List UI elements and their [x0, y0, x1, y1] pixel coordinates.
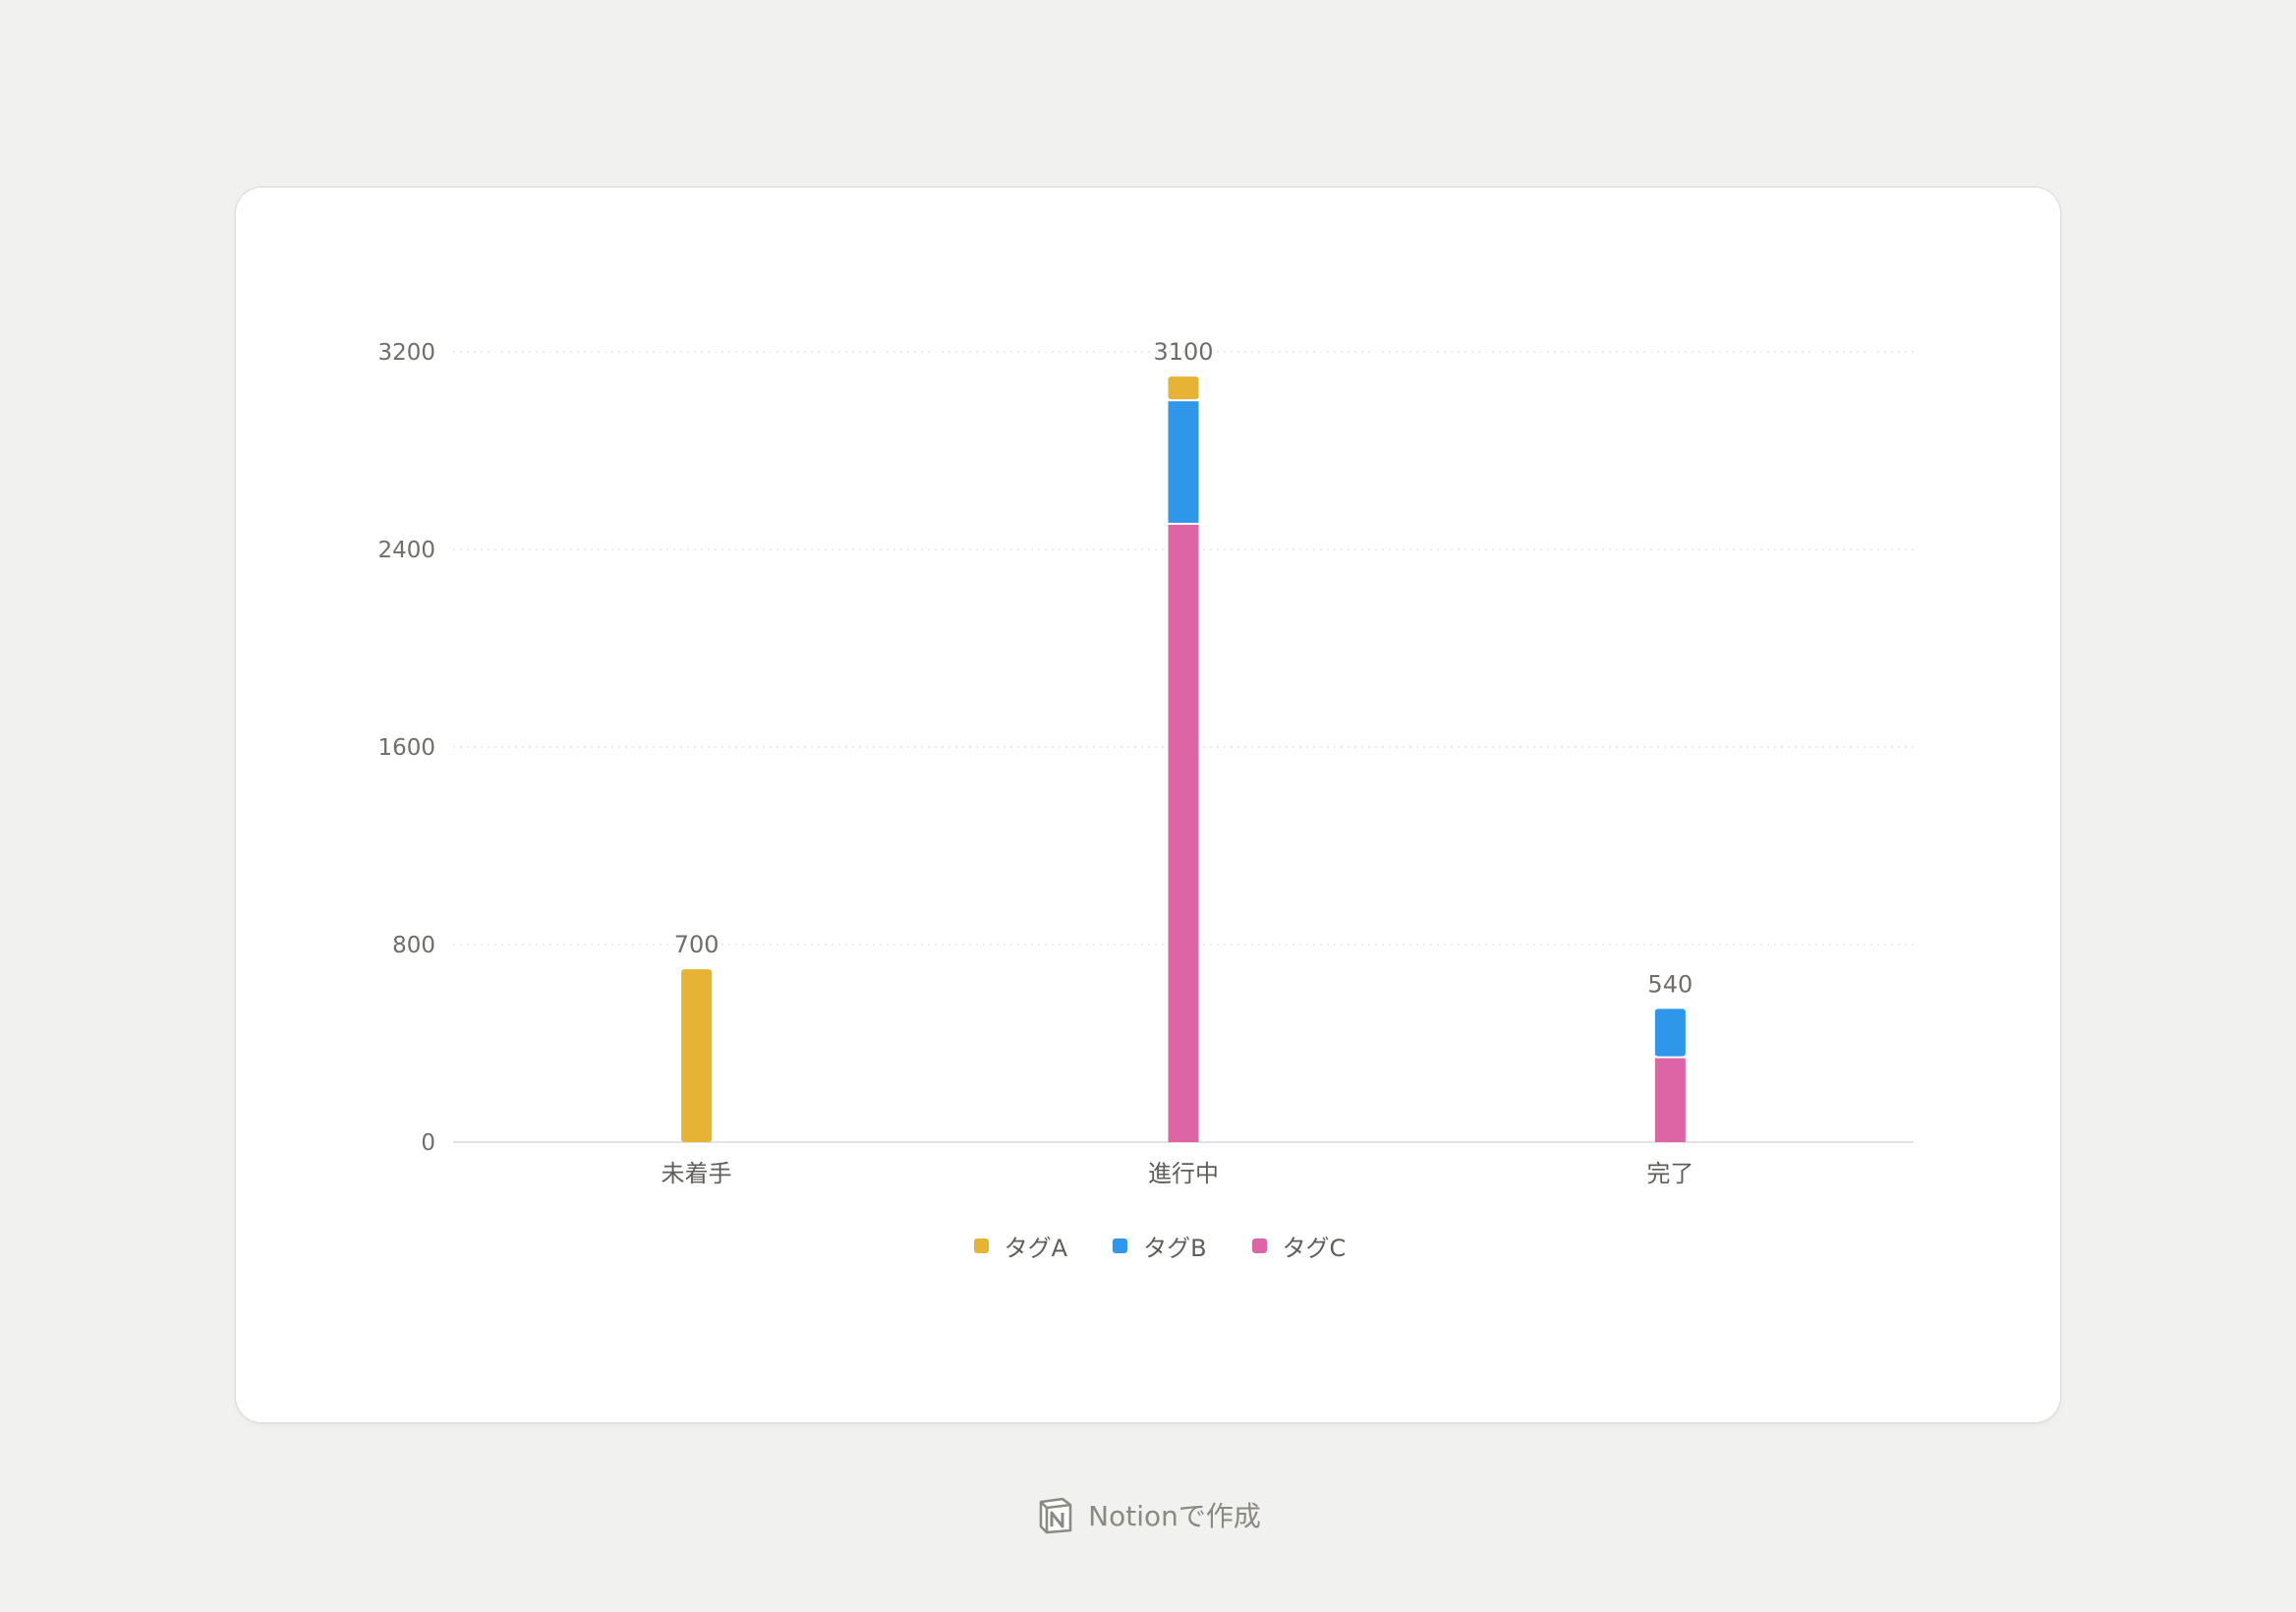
bar-segment-タグB: [1168, 401, 1199, 523]
legend-swatch: [973, 1238, 989, 1253]
notion-logo-icon: [1035, 1494, 1076, 1535]
footer-attribution[interactable]: Notionで作成: [0, 1494, 2296, 1535]
y-tick-label: 800: [392, 933, 435, 958]
x-tick-label: 進行中: [1148, 1160, 1219, 1187]
bar-segment-タグB: [1654, 1008, 1686, 1057]
legend-item[interactable]: タグC: [1251, 1229, 1347, 1263]
y-tick-label: 1600: [377, 735, 435, 761]
chart-plot: 0 800 1600 2400 3200 700 3100 540 未着手 進行中 完了: [377, 338, 1914, 1187]
bar-segment-タグC: [1168, 524, 1199, 1142]
bar-segment-タグA: [681, 969, 713, 1142]
legend-item[interactable]: タグA: [973, 1229, 1068, 1263]
x-tick-label: 完了: [1646, 1160, 1693, 1187]
legend-label: タグA: [1004, 1235, 1068, 1262]
total-label: 540: [1647, 970, 1693, 998]
legend: タグA タグB タグC: [0, 1229, 2296, 1263]
y-tick-label: 2400: [377, 538, 435, 563]
legend-swatch: [1251, 1238, 1267, 1253]
legend-label: タグC: [1282, 1235, 1347, 1262]
legend-swatch: [1113, 1238, 1128, 1253]
y-tick-label: 0: [421, 1130, 435, 1156]
legend-label: タグB: [1143, 1235, 1207, 1262]
bar-segment-タグC: [1654, 1058, 1686, 1142]
total-label: 700: [674, 931, 719, 958]
bar-segment-タグA: [1168, 376, 1199, 400]
y-tick-label: 3200: [377, 340, 435, 366]
legend-item[interactable]: タグB: [1113, 1229, 1207, 1263]
total-label: 3100: [1153, 338, 1213, 366]
x-tick-label: 未着手: [661, 1160, 732, 1187]
y-axis-ticks: 0 800 1600 2400 3200: [377, 340, 435, 1156]
x-axis-labels: 未着手 進行中 完了: [661, 1160, 1694, 1187]
bars: [681, 376, 1686, 1142]
footer-text: Notionで作成: [1088, 1500, 1261, 1532]
